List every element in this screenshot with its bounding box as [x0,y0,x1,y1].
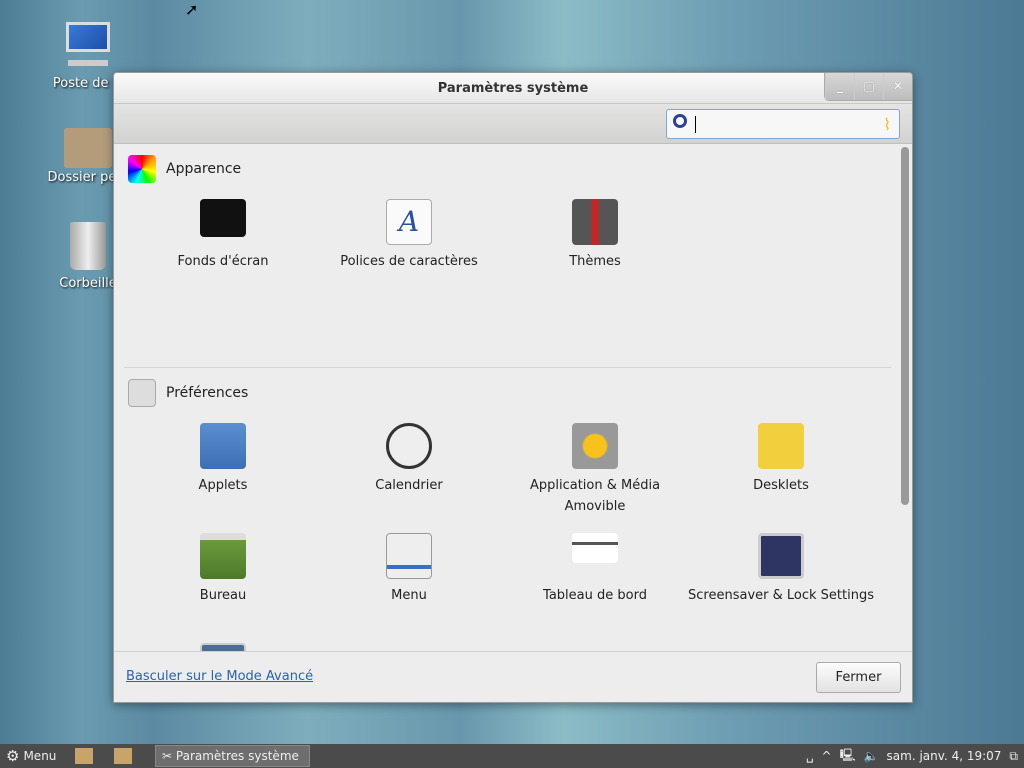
person-icon [200,643,246,651]
gear-icon: ⚙ [6,747,20,765]
sliders-icon [128,379,156,407]
folder-launcher-icon[interactable] [114,748,132,764]
section-preferences: Préférences [128,379,248,407]
note-icon [758,423,804,469]
panel-icon [572,533,618,563]
trash-icon [70,222,106,270]
moon-icon [758,533,804,579]
keyboard-icon[interactable]: ␣ [806,749,814,763]
item-startup-programs[interactable]: Programmes au démarrage [130,643,316,651]
window-title: Paramètres système [114,73,912,104]
color-wheel-icon [128,155,156,183]
taskbar: ⚙ Menu ✂ Paramètres système ␣ ^ 🖳 🔈 sam. … [0,744,1024,768]
item-desklets[interactable]: Desklets [688,423,874,496]
text-cursor [695,116,696,133]
item-label: Fonds d'écran [177,254,269,269]
item-menu[interactable]: Menu [316,533,502,606]
item-calendar[interactable]: Calendrier [316,423,502,496]
close-button[interactable]: Fermer [816,662,901,693]
mouse-cursor-icon: ➚ [185,0,199,19]
chevron-up-icon[interactable]: ^ [822,749,832,763]
desktop-icon-label: Corbeille [59,276,117,291]
monitor-icon [200,199,246,237]
clock[interactable]: sam. janv. 4, 19:07 [887,749,1002,763]
item-screensaver[interactable]: Screensaver & Lock Settings [688,533,874,606]
item-label: Bureau [199,588,247,603]
item-fonts[interactable]: A Polices de caractères [316,199,502,272]
clock-icon [386,423,432,469]
taskbar-window-settings[interactable]: ✂ Paramètres système [155,745,310,767]
network-icon[interactable]: 🖳 [840,746,856,767]
item-label: Screensaver & Lock Settings [688,588,874,603]
item-label: Calendrier [375,478,443,493]
item-label: Polices de caractères [340,254,478,269]
home-folder-icon [64,128,112,168]
menu-icon [386,533,432,579]
item-desktop[interactable]: Bureau [130,533,316,606]
volume-icon[interactable]: 🔈 [864,749,879,763]
menu-button[interactable]: ⚙ Menu [0,744,56,768]
item-label: Applets [198,478,248,493]
item-wallpaper[interactable]: Fonds d'écran [130,199,316,272]
search-input[interactable]: ⌇ [666,109,900,139]
advanced-mode-link[interactable]: Basculer sur le Mode Avancé [126,669,313,684]
section-title: Apparence [166,161,242,177]
item-label: Application & Média Amovible [529,478,661,514]
file-manager-launcher-icon[interactable] [75,748,93,764]
item-label: Thèmes [569,254,621,269]
font-icon: A [386,199,432,245]
item-panel[interactable]: Tableau de bord [502,533,688,606]
suit-tie-icon [572,199,618,245]
star-gear-icon [572,423,618,469]
item-label: Tableau de bord [543,588,647,603]
item-label: Menu [391,588,427,603]
show-desktop-icon[interactable]: ⧉ [1009,749,1018,764]
applets-icon [200,423,246,469]
computer-icon [64,22,112,70]
section-divider [124,367,891,368]
section-title: Préférences [166,385,249,401]
item-themes[interactable]: Thèmes [502,199,688,272]
close-window-button[interactable]: ✕ [883,73,912,100]
menu-label: Menu [23,749,57,763]
maximize-button[interactable]: □ [854,73,883,100]
scrollbar[interactable] [901,147,909,505]
settings-content: Apparence Fonds d'écran A Polices de cara… [114,145,912,651]
item-removable-media[interactable]: Application & Média Amovible [502,423,688,517]
tools-icon: ✂ [162,749,173,763]
task-label: Paramètres système [175,749,299,763]
desktop-icon [200,533,246,579]
settings-window: Paramètres système _ □ ✕ ⌇ Apparence Fon… [113,72,913,703]
item-applets[interactable]: Applets [130,423,316,496]
search-icon [673,114,687,128]
section-appearance: Apparence [128,155,241,183]
clear-broom-icon[interactable]: ⌇ [883,115,891,134]
item-label: Desklets [753,478,809,493]
minimize-button[interactable]: _ [825,73,854,100]
